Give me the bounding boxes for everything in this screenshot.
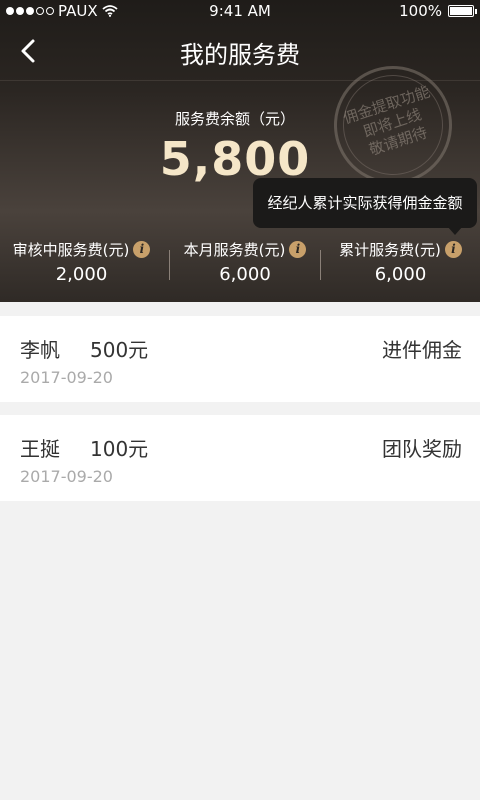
stat-pending-label: 审核中服务费(元): [12, 241, 130, 259]
battery-icon: [448, 5, 477, 17]
stat-month-label: 本月服务费(元): [183, 241, 286, 259]
stat-month-label-row: 本月服务费(元) i: [170, 239, 320, 260]
stat-pending[interactable]: 审核中服务费(元) i 2,000: [0, 236, 163, 296]
stats-row: 审核中服务费(元) i 2,000 本月服务费(元) i 6,000 累计服务费…: [0, 236, 480, 296]
record-type: 团队奖励: [382, 437, 462, 461]
list-item[interactable]: 王挻 100元 团队奖励 2017-09-20: [0, 415, 480, 501]
record-type: 进件佣金: [382, 338, 462, 362]
battery-percentage: 100%: [399, 2, 442, 20]
status-right: 100%: [399, 2, 477, 20]
info-tooltip: 经纪人累计实际获得佣金金额: [253, 178, 477, 228]
info-icon[interactable]: i: [133, 241, 151, 258]
tooltip-arrow: [447, 226, 463, 235]
info-icon[interactable]: i: [444, 241, 462, 258]
record-amount: 500元: [90, 338, 149, 362]
record-date: 2017-09-20: [20, 368, 113, 387]
record-date: 2017-09-20: [20, 467, 113, 486]
page-title: 我的服务费: [180, 41, 300, 69]
stat-pending-label-row: 审核中服务费(元) i: [0, 239, 163, 260]
status-bar: PAUX 9:41 AM 100%: [0, 0, 480, 22]
record-name: 李帆: [20, 338, 60, 362]
stat-total-label: 累计服务费(元): [339, 241, 441, 259]
battery-fill: [450, 7, 472, 15]
stat-total[interactable]: 累计服务费(元) i 6,000: [321, 236, 480, 296]
stat-total-label-row: 累计服务费(元) i: [321, 239, 480, 260]
stat-month-value: 6,000: [219, 264, 271, 285]
stat-pending-value: 2,000: [55, 264, 108, 285]
info-icon[interactable]: i: [289, 241, 307, 258]
list-item[interactable]: 李帆 500元 进件佣金 2017-09-20: [0, 316, 480, 402]
record-name: 王挻: [20, 437, 60, 461]
stat-total-value: 6,000: [374, 264, 427, 285]
stat-this-month[interactable]: 本月服务费(元) i 6,000: [170, 236, 320, 296]
record-amount: 100元: [90, 437, 149, 461]
